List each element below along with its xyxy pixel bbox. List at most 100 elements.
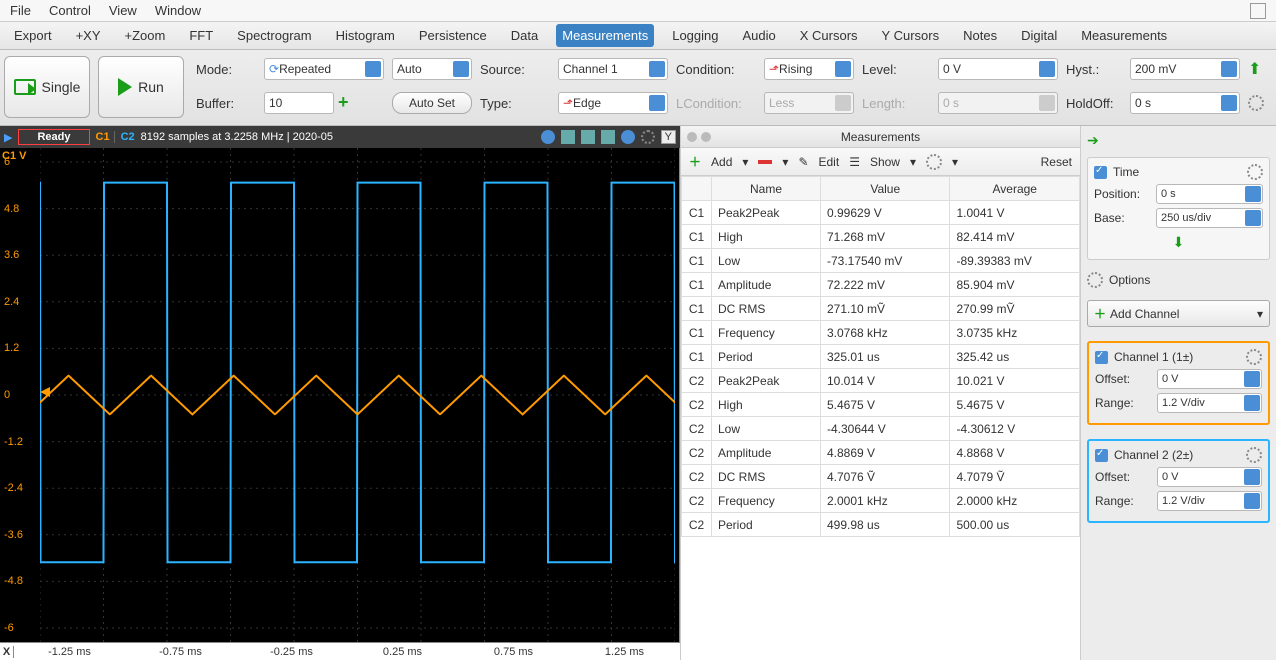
run-button[interactable]: Run: [98, 56, 184, 118]
tool-icon[interactable]: [561, 130, 575, 144]
tool-measurements[interactable]: Measurements: [556, 24, 654, 47]
dropdown-icon[interactable]: ▾: [910, 155, 916, 169]
channel1-badge[interactable]: C1: [96, 131, 115, 143]
edit-icon: ✎: [798, 155, 808, 169]
tool-fft[interactable]: FFT: [183, 24, 219, 47]
edit-button[interactable]: Edit: [819, 155, 840, 169]
table-row[interactable]: C1Low-73.17540 mV-89.39383 mV: [682, 249, 1080, 273]
hyst-input[interactable]: 200 mV: [1130, 58, 1240, 80]
table-row[interactable]: C2Low-4.30644 V-4.30612 V: [682, 417, 1080, 441]
add-button[interactable]: Add: [711, 155, 732, 169]
table-row[interactable]: C2Frequency2.0001 kHz2.0000 kHz: [682, 489, 1080, 513]
gear-icon[interactable]: [1087, 272, 1103, 288]
table-row[interactable]: C1High71.268 mV82.414 mV: [682, 225, 1080, 249]
window-icon[interactable]: [1250, 3, 1266, 19]
table-row[interactable]: C1Period325.01 us325.42 us: [682, 345, 1080, 369]
autoset-button[interactable]: Auto Set: [392, 92, 472, 114]
arrow-right-icon[interactable]: ➔: [1087, 132, 1270, 149]
scope-area: ▶ Ready C1 C2 8192 samples at 3.2258 MHz…: [0, 126, 680, 660]
dropdown-icon[interactable]: ▾: [742, 155, 748, 169]
measurements-title: Measurements: [681, 126, 1080, 148]
condition-select[interactable]: ⬏ Rising: [764, 58, 854, 80]
table-row[interactable]: C2High5.4675 V5.4675 V: [682, 393, 1080, 417]
tool-export[interactable]: Export: [8, 24, 58, 47]
tool-notes[interactable]: Notes: [957, 24, 1003, 47]
gear-icon[interactable]: [1248, 95, 1264, 111]
holdoff-input[interactable]: 0 s: [1130, 92, 1240, 114]
add-channel-button[interactable]: ＋ Add Channel ▾: [1087, 300, 1270, 327]
show-button[interactable]: Show: [870, 155, 900, 169]
position-input[interactable]: 0 s: [1156, 184, 1263, 204]
y-marker[interactable]: Y: [661, 130, 676, 144]
tool-xcursors[interactable]: X Cursors: [794, 24, 864, 47]
tool-icon[interactable]: [621, 130, 635, 144]
tool-persistence[interactable]: Persistence: [413, 24, 493, 47]
channel2-checkbox[interactable]: [1095, 449, 1108, 462]
tool-icon[interactable]: [601, 130, 615, 144]
reset-button[interactable]: Reset: [1041, 155, 1072, 169]
tool-histogram[interactable]: Histogram: [330, 24, 401, 47]
menu-view[interactable]: View: [109, 3, 137, 18]
y-tick: 2.4: [4, 296, 19, 308]
dropdown-icon: ▾: [1257, 307, 1263, 321]
menu-window[interactable]: Window: [155, 3, 201, 18]
gear-icon[interactable]: [1246, 447, 1262, 463]
x-axis-corner[interactable]: X: [0, 646, 14, 658]
channel2-offset[interactable]: 0 V: [1157, 467, 1262, 487]
channel1-checkbox[interactable]: [1095, 351, 1108, 364]
tool-data[interactable]: Data: [505, 24, 544, 47]
range-label: Range:: [1095, 396, 1151, 410]
base-input[interactable]: 250 us/div: [1156, 208, 1263, 228]
tool-icon[interactable]: [541, 130, 555, 144]
dropdown-icon[interactable]: ▾: [952, 155, 958, 169]
tool-logging[interactable]: Logging: [666, 24, 724, 47]
menu-file[interactable]: File: [10, 3, 31, 18]
table-row[interactable]: C1DC RMS271.10 mṼ270.99 mṼ: [682, 297, 1080, 321]
channel2-range[interactable]: 1.2 V/div: [1157, 491, 1262, 511]
auto-select[interactable]: Auto: [392, 58, 472, 80]
single-button[interactable]: Single: [4, 56, 90, 118]
plus-icon[interactable]: +: [338, 95, 354, 111]
channel1-offset[interactable]: 0 V: [1157, 369, 1262, 389]
tool-icon[interactable]: [581, 130, 595, 144]
x-tick: -0.25 ms: [236, 646, 347, 658]
gear-icon[interactable]: [1247, 164, 1263, 180]
x-tick: -0.75 ms: [125, 646, 236, 658]
gear-icon[interactable]: [641, 130, 655, 144]
tool-xy[interactable]: +XY: [70, 24, 107, 47]
table-row[interactable]: C2Peak2Peak10.014 V10.021 V: [682, 369, 1080, 393]
dropdown-icon[interactable]: ▾: [782, 155, 788, 169]
time-checkbox[interactable]: [1094, 166, 1107, 179]
table-row[interactable]: C1Amplitude72.222 mV85.904 mV: [682, 273, 1080, 297]
run-label: Run: [138, 79, 164, 95]
table-row[interactable]: C1Peak2Peak0.99629 V1.0041 V: [682, 201, 1080, 225]
menu-control[interactable]: Control: [49, 3, 91, 18]
tool-digital[interactable]: Digital: [1015, 24, 1063, 47]
remove-button[interactable]: [758, 160, 772, 164]
level-input[interactable]: 0 V: [938, 58, 1058, 80]
table-row[interactable]: C1Frequency3.0768 kHz3.0735 kHz: [682, 321, 1080, 345]
tool-measurements2[interactable]: Measurements: [1075, 24, 1173, 47]
close-icon[interactable]: [687, 132, 697, 142]
arrow-down-icon[interactable]: ⬇: [1094, 232, 1263, 253]
table-row[interactable]: C2Amplitude4.8869 V4.8868 V: [682, 441, 1080, 465]
type-select[interactable]: ⬏ Edge: [558, 92, 668, 114]
source-select[interactable]: Channel 1: [558, 58, 668, 80]
buffer-input[interactable]: 10: [264, 92, 334, 114]
scope-canvas[interactable]: C1 V 64.83.62.41.20-1.2-2.4-3.6-4.8-6: [0, 148, 680, 642]
channel1-range[interactable]: 1.2 V/div: [1157, 393, 1262, 413]
table-row[interactable]: C2Period499.98 us500.00 us: [682, 513, 1080, 537]
minimize-icon[interactable]: [701, 132, 711, 142]
time-panel: Time Position: 0 s Base: 250 us/div ⬇: [1087, 157, 1270, 260]
gear-icon[interactable]: [926, 154, 942, 170]
mode-select[interactable]: ⟳ Repeated: [264, 58, 384, 80]
arrow-up-icon[interactable]: ⬆: [1248, 59, 1268, 79]
tool-zoom[interactable]: +Zoom: [119, 24, 172, 47]
gear-icon[interactable]: [1246, 349, 1262, 365]
chevron-icon[interactable]: ▶: [4, 131, 12, 144]
tool-spectrogram[interactable]: Spectrogram: [231, 24, 317, 47]
tool-ycursors[interactable]: Y Cursors: [876, 24, 946, 47]
channel2-badge[interactable]: C2: [121, 131, 135, 143]
tool-audio[interactable]: Audio: [737, 24, 782, 47]
table-row[interactable]: C2DC RMS4.7076 Ṽ4.7079 Ṽ: [682, 465, 1080, 489]
